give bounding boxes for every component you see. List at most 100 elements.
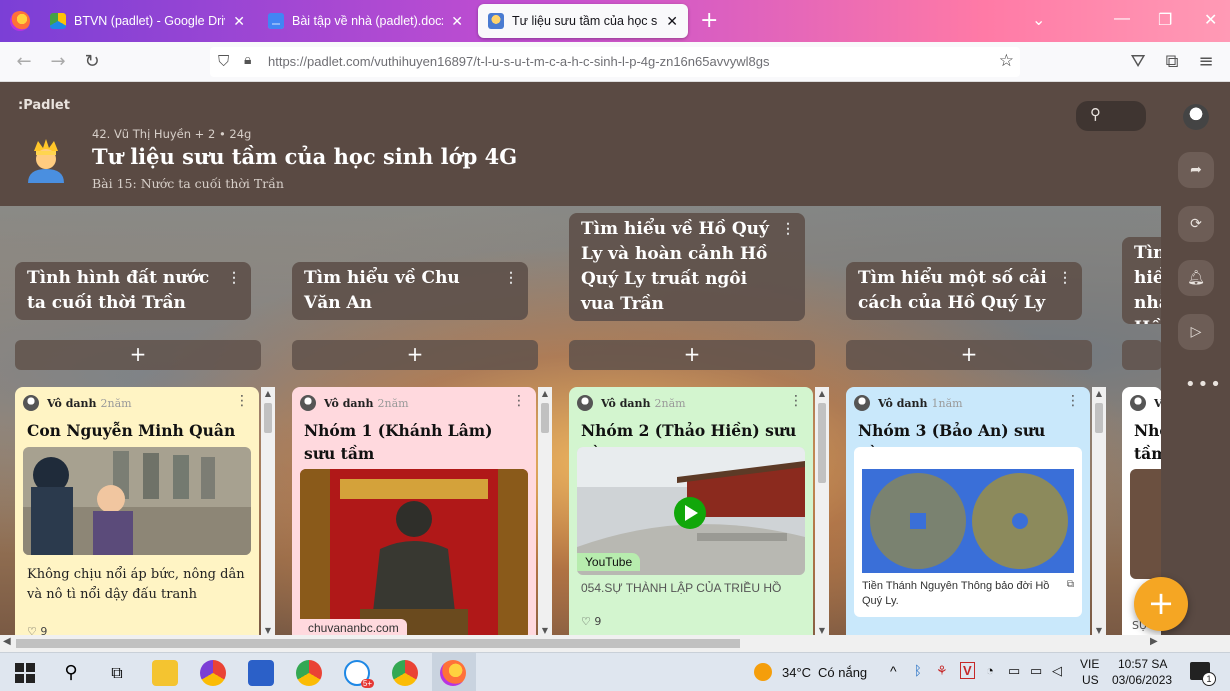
column-header[interactable]: Tìm hiểu về Hồ Quý Ly và hoàn cảnh Hồ Qu… [569,213,805,321]
windows-taskbar: ⚲ ⧉ 5+ 34°C Có nắng ^ ᛒ ⚘ V ◔ ▭ ▭ ◁ VIE … [0,652,1230,691]
browser-nav-bar: ← → ↻ ⛉ 🔒︎ https://padlet.com/vuthihuyen… [0,42,1230,82]
tab-padlet-active[interactable]: Tư liệu sưu tầm của học sinh lớp ✕ [478,4,688,38]
link-source[interactable]: chuvananbc.com [300,619,407,635]
column-header[interactable]: Tìm hiểu về Chu Văn An ⋮ [292,262,528,320]
padlet-board: :Padlet 42. Vũ Thị Huyền + 2 • 24g Tư li… [0,82,1230,635]
post-card[interactable]: Vô danh 2năm ⋮ Nhóm 2 (Thảo Hiền) sưu tầ… [569,387,813,635]
post-menu-icon[interactable]: ⋮ [512,393,526,409]
column-scrollbar[interactable]: ▲ ▼ [815,387,829,635]
notification-center-icon[interactable]: 1 [1190,662,1216,686]
lock-icon[interactable]: 🔒︎ [244,52,251,68]
forward-arrow-icon[interactable]: → [46,50,70,74]
close-icon[interactable]: ✕ [451,13,463,30]
search-button[interactable]: ⚲ [1076,101,1146,131]
sun-icon[interactable] [754,663,772,681]
window-close-icon[interactable]: ✕ [1204,10,1217,30]
remake-icon[interactable]: ⟳ [1178,206,1214,242]
task-view-icon[interactable]: ⧉ [104,660,130,686]
add-post-fab[interactable]: + [1134,577,1188,631]
add-post-button[interactable]: + [846,340,1092,370]
like-button[interactable]: ♡ 9 [27,625,47,635]
user-avatar[interactable] [1183,104,1209,130]
extensions-icon[interactable]: ⧉ [1160,50,1184,74]
bookmark-star-icon[interactable]: ☆ [999,51,1014,71]
clock-time[interactable]: 10:57 SA [1118,657,1167,671]
post-menu-icon[interactable]: ⋮ [1066,393,1080,409]
slideshow-play-icon[interactable]: ▷ [1178,314,1214,350]
new-tab-button[interactable]: + [700,8,718,34]
padlet-logo[interactable]: :Padlet [18,98,70,113]
editor-app-icon[interactable] [248,660,274,686]
column-scrollbar[interactable]: ▲ ▼ [538,387,552,635]
language-top[interactable]: VIE [1080,657,1099,671]
share-icon[interactable]: ➦ [1178,152,1214,188]
tab-list-chevron-icon[interactable]: ⌄ [1032,10,1045,30]
firefox-menu-icon[interactable] [10,11,30,31]
column-header[interactable]: Tình hình đất nước ta cuối thời Trần ⋮ [15,262,251,320]
restore-icon[interactable]: ❐ [1158,10,1172,30]
horizontal-scrollbar[interactable]: ◀ ▶ [0,635,1230,652]
firefox-taskbar-icon[interactable] [440,660,466,686]
column-menu-icon[interactable]: ⋮ [227,266,241,291]
search-icon[interactable]: ⚲ [58,660,84,686]
vietkey-icon[interactable]: V [960,662,975,679]
image-caption: Tiền Thánh Nguyên Thông bảo đời Hồ Quý L… [862,580,1050,607]
post-card[interactable]: Vô danh 2năm ⋮ Nhóm 1 (Khánh Lâm) sưu tầ… [292,387,536,635]
weather-text[interactable]: Có nắng [818,665,867,680]
youtube-badge: YouTube [577,553,641,571]
tab-docx[interactable]: Bài tập về nhà (padlet).docx - G ✕ [258,4,473,38]
back-arrow-icon[interactable]: ← [12,50,36,74]
like-button[interactable]: ♡ 9 [581,615,601,628]
reload-icon[interactable]: ↻ [80,50,104,74]
add-post-button[interactable]: + [15,340,261,370]
post-menu-icon[interactable]: ⋮ [235,393,249,409]
shield-icon[interactable]: ⛉ [218,52,229,70]
tab-google-drive[interactable]: BTVN (padlet) - Google Drive ✕ [40,4,255,38]
add-post-button[interactable] [1122,340,1162,370]
column-menu-icon[interactable]: ⋮ [504,266,518,291]
bell-icon[interactable]: 🔔︎ [1178,260,1214,296]
tray-chevron-icon[interactable]: ^ [890,663,897,679]
heart-icon: ♡ [581,615,591,628]
board-title: Tư liệu sưu tầm của học sinh lớp 4G [92,144,518,169]
display-icon[interactable]: ▭ [1008,663,1020,679]
url-bar[interactable]: ⛉ 🔒︎ https://padlet.com/vuthihuyen16897/… [210,47,1020,77]
close-icon[interactable]: ✕ [666,13,678,30]
pocket-icon[interactable]: ⛛ [1126,50,1150,74]
post-card[interactable]: Vô danh 2năm ⋮ Con Nguyễn Minh Quân Khôn… [15,387,259,635]
add-post-button[interactable]: + [569,340,815,370]
post-menu-icon[interactable]: ⋮ [789,393,803,409]
speaker-icon[interactable]: ◁ [1052,663,1062,679]
close-icon[interactable]: ✕ [233,13,245,30]
post-image[interactable] [1130,469,1162,579]
chrome-icon[interactable] [296,660,322,686]
post-video-thumbnail[interactable] [23,447,251,555]
column-header[interactable]: Tìm hiểu một số cải cách của Hồ Quý Ly ⋮ [846,262,1082,320]
unikey-tray-icon[interactable]: ⚘ [936,663,948,679]
clock-date[interactable]: 03/06/2023 [1112,673,1172,687]
wifi-icon[interactable]: ◔ [986,663,994,678]
windows-start-icon[interactable] [12,660,38,686]
browser-app-icon[interactable] [200,660,226,686]
hamburger-menu-icon[interactable]: ≡ [1194,50,1218,74]
column-menu-icon[interactable]: ⋮ [1058,266,1072,291]
weather-temp[interactable]: 34°C [782,665,811,680]
search-icon: ⚲ [1090,105,1101,123]
column-scrollbar[interactable]: ▲ ▼ [261,387,275,635]
language-bottom[interactable]: US [1082,673,1099,687]
post-card[interactable]: Vô danh 1năm ⋮ Nhóm 3 (Bảo An) sưu tầm T… [846,387,1090,635]
link-title[interactable]: 054.SỰ THÀNH LẬP CỦA TRIỀU HỒ [581,581,805,595]
file-explorer-icon[interactable] [152,660,178,686]
add-post-button[interactable]: + [292,340,538,370]
column-menu-icon[interactable]: ⋮ [781,217,795,242]
external-link-icon[interactable]: ⧉ [1067,579,1074,590]
zalo-icon[interactable]: 5+ [344,660,374,688]
bluetooth-icon[interactable]: ᛒ [914,663,922,678]
minimize-icon[interactable]: — [1114,10,1130,28]
column-scrollbar[interactable]: ▲ ▼ [1092,387,1106,635]
more-options-icon[interactable]: ••• [1185,374,1223,395]
chrome-profile-icon[interactable] [392,660,418,686]
battery-icon[interactable]: ▭ [1030,663,1042,679]
link-preview[interactable]: Tiền Thánh Nguyên Thông bảo đời Hồ Quý L… [854,447,1082,617]
post-image-statue[interactable] [300,469,528,635]
